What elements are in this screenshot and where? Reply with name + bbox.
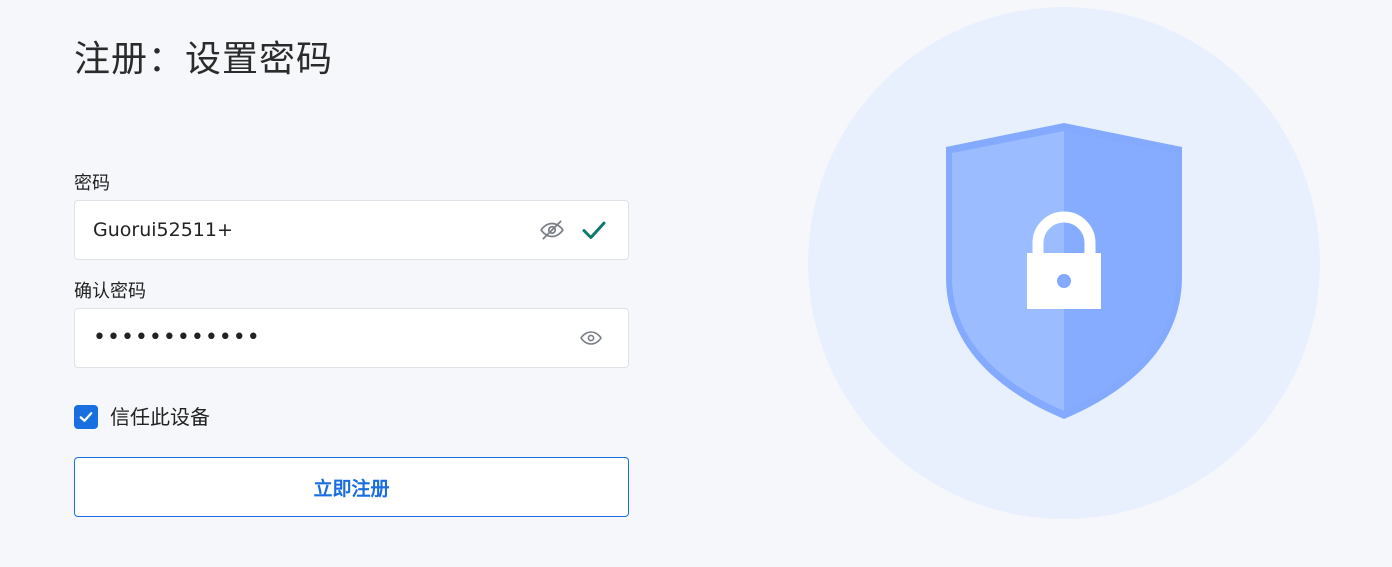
checkmark-icon [79,412,93,422]
trust-device-row[interactable]: 信任此设备 [74,404,210,430]
trust-device-label[interactable]: 信任此设备 [110,404,210,430]
confirm-password-input-value[interactable]: •••••••••••• [93,326,578,350]
eye-slash-icon[interactable] [538,216,566,244]
register-button[interactable]: 立即注册 [74,457,629,517]
eye-icon[interactable] [578,325,604,351]
shield-lock-icon [808,7,1320,519]
trust-device-checkbox[interactable] [74,405,98,429]
confirm-password-field[interactable]: •••••••••••• [74,308,629,368]
password-input-value[interactable]: Guorui52511+ [93,218,538,242]
shield-lock-illustration [808,7,1320,519]
password-field[interactable]: Guorui52511+ [74,200,629,260]
register-page: 注册：设置密码 密码 Guorui52511+ 确认密码 •••••••••••… [0,0,1392,567]
password-label: 密码 [74,173,110,194]
confirm-password-label: 确认密码 [74,281,146,302]
check-icon [578,214,610,246]
page-title: 注册：设置密码 [74,39,334,80]
